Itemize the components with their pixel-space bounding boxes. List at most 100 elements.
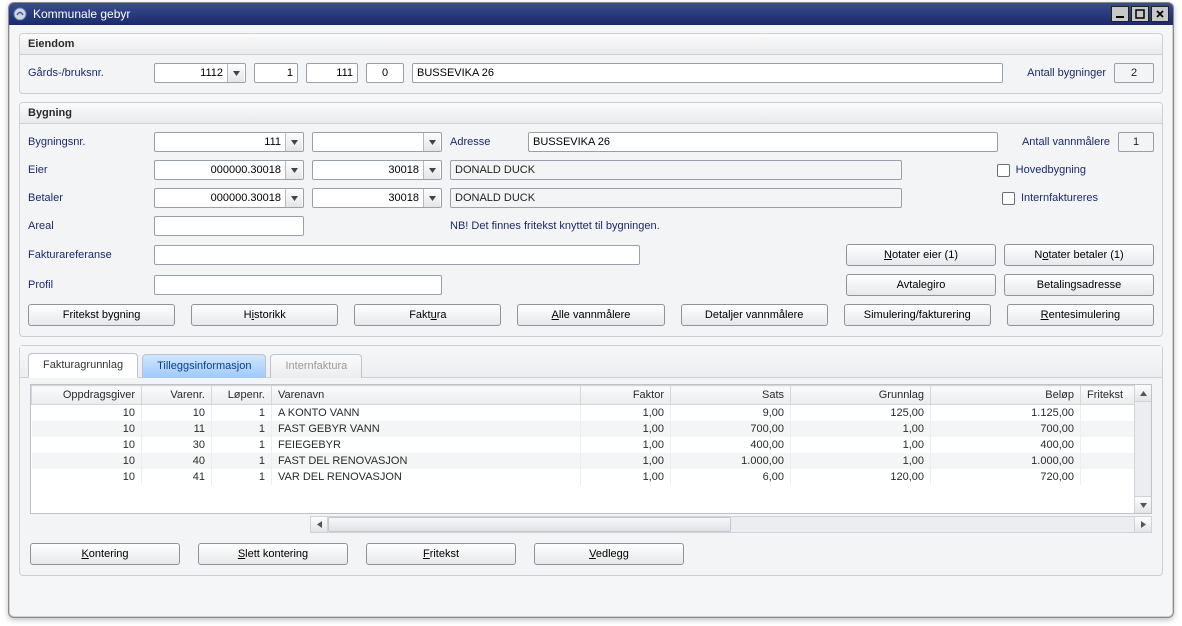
tab-tilleggsinformasjon[interactable]: Tilleggsinformasjon — [142, 354, 266, 378]
betaler-nr-combo[interactable] — [312, 188, 442, 208]
betaler-id-input[interactable] — [155, 189, 285, 207]
avtalegiro-button[interactable]: Avtalegiro — [846, 274, 996, 296]
betaler-label: Betaler — [28, 192, 146, 204]
table-row[interactable]: 10411VAR DEL RENOVASJON1,006,00120,00720… — [32, 469, 1151, 485]
close-button[interactable] — [1151, 6, 1169, 22]
checkbox-box[interactable] — [1002, 192, 1015, 205]
col-varenr[interactable]: Varenr. — [142, 386, 212, 405]
betalingsadresse-button[interactable]: Betalingsadresse — [1004, 274, 1154, 296]
scroll-thumb[interactable] — [328, 517, 731, 532]
historikk-button[interactable]: Historikk — [191, 304, 338, 326]
eier-navn-value — [450, 160, 902, 180]
antall-bygninger-label: Antall bygninger — [1027, 67, 1106, 79]
hovedbygning-label: Hovedbygning — [1016, 164, 1086, 176]
internfaktureres-label: Internfaktureres — [1021, 192, 1098, 204]
internfaktureres-checkbox[interactable]: Internfaktureres — [1002, 192, 1098, 205]
alle-vannmalere-button[interactable]: Alle vannmålere — [517, 304, 664, 326]
tabs-container: Fakturagrunnlag Tilleggsinformasjon Inte… — [19, 345, 1163, 576]
fakturareferanse-label: Fakturareferanse — [28, 249, 146, 261]
gards-nr-input[interactable] — [155, 64, 227, 82]
col-varenavn[interactable]: Varenavn — [272, 386, 581, 405]
scroll-right-icon[interactable] — [1134, 517, 1151, 532]
antall-vannmalere-label: Antall vannmålere — [1022, 136, 1110, 148]
chevron-down-icon[interactable] — [423, 189, 440, 207]
betaler-nr-input[interactable] — [313, 189, 423, 207]
chevron-down-icon[interactable] — [285, 189, 302, 207]
tab-fakturagrunnlag[interactable]: Fakturagrunnlag — [28, 353, 138, 378]
bruks-nr-input[interactable] — [254, 63, 298, 83]
eier-label: Eier — [28, 164, 146, 176]
bygning-adresse-input[interactable] — [528, 132, 998, 152]
notater-eier-button[interactable]: Notater eier (1) — [846, 244, 996, 266]
fakturareferanse-input[interactable] — [154, 245, 640, 265]
app-icon — [13, 7, 27, 21]
bygningsnr2-input[interactable] — [313, 133, 423, 151]
grid-table[interactable]: Oppdragsgiver Varenr. Løpenr. Varenavn F… — [31, 385, 1151, 485]
eier-id-input[interactable] — [155, 161, 285, 179]
betaler-navn-value — [450, 188, 902, 208]
chevron-down-icon[interactable] — [227, 64, 244, 82]
eiendom-adresse-input[interactable] — [412, 63, 1003, 83]
scroll-up-icon[interactable] — [1135, 385, 1151, 402]
col-oppdragsgiver[interactable]: Oppdragsgiver — [32, 386, 142, 405]
rentesimulering-button[interactable]: Rentesimulering — [1007, 304, 1154, 326]
bygningsnr-input[interactable] — [155, 133, 285, 151]
gards-nr-combo[interactable] — [154, 63, 246, 83]
gards-bruksnr-label: Gårds-/bruksnr. — [28, 67, 146, 79]
chevron-down-icon[interactable] — [423, 133, 440, 151]
fritekst-bygning-button[interactable]: Fritekst bygning — [28, 304, 175, 326]
table-row[interactable]: 10111FAST GEBYR VANN1,00700,001,00700,00 — [32, 421, 1151, 437]
group-eiendom-header: Eiendom — [20, 34, 1162, 55]
eier-nr-combo[interactable] — [312, 160, 442, 180]
table-row[interactable]: 10101A KONTO VANN1,009,00125,001.125,00 — [32, 405, 1151, 422]
col-faktor[interactable]: Faktor — [581, 386, 671, 405]
profil-input[interactable] — [154, 275, 442, 295]
fritekst-button[interactable]: Fritekst — [366, 543, 516, 565]
checkbox-box[interactable] — [997, 164, 1010, 177]
seksjons-nr-input[interactable] — [366, 63, 404, 83]
faktura-button[interactable]: Faktura — [354, 304, 501, 326]
adresse-label: Adresse — [450, 136, 520, 148]
minimize-button[interactable] — [1111, 6, 1129, 22]
feste-nr-input[interactable] — [306, 63, 358, 83]
chevron-down-icon[interactable] — [285, 161, 302, 179]
eier-nr-input[interactable] — [313, 161, 423, 179]
tab-internfaktura[interactable]: Internfaktura — [270, 354, 362, 378]
profil-label: Profil — [28, 279, 146, 291]
col-grunnlag[interactable]: Grunnlag — [791, 386, 931, 405]
areal-input[interactable] — [154, 216, 304, 236]
horizontal-scrollbar[interactable] — [30, 516, 1152, 533]
antall-vannmalere-value — [1118, 132, 1154, 152]
chevron-down-icon[interactable] — [423, 161, 440, 179]
eier-id-combo[interactable] — [154, 160, 304, 180]
group-bygning-header: Bygning — [20, 103, 1162, 124]
col-sats[interactable]: Sats — [671, 386, 791, 405]
bygningsnr2-combo[interactable] — [312, 132, 442, 152]
detaljer-vannmalere-button[interactable]: Detaljer vannmålere — [681, 304, 828, 326]
group-bygning: Bygning Bygningsnr. Adresse Antall vannm… — [19, 102, 1163, 337]
table-row[interactable]: 10401FAST DEL RENOVASJON1,001.000,001,00… — [32, 453, 1151, 469]
fritekst-note: NB! Det finnes fritekst knyttet til bygn… — [450, 220, 660, 232]
kontering-button[interactable]: Kontering — [30, 543, 180, 565]
col-belop[interactable]: Beløp — [931, 386, 1081, 405]
titlebar[interactable]: Kommunale gebyr — [9, 3, 1173, 25]
grid-wrap: Oppdragsgiver Varenr. Løpenr. Varenavn F… — [30, 384, 1152, 514]
scroll-down-icon[interactable] — [1135, 496, 1151, 513]
vedlegg-button[interactable]: Vedlegg — [534, 543, 684, 565]
maximize-button[interactable] — [1131, 6, 1149, 22]
tabstrip: Fakturagrunnlag Tilleggsinformasjon Inte… — [20, 346, 1162, 378]
col-lopenr[interactable]: Løpenr. — [212, 386, 272, 405]
hovedbygning-checkbox[interactable]: Hovedbygning — [997, 164, 1086, 177]
slett-kontering-button[interactable]: Slett kontering — [198, 543, 348, 565]
simulering-fakturering-button[interactable]: Simulering/fakturering — [844, 304, 991, 326]
chevron-down-icon[interactable] — [285, 133, 302, 151]
notater-betaler-button[interactable]: Notater betaler (1) — [1004, 244, 1154, 266]
table-row[interactable]: 10301FEIEGEBYR1,00400,001,00400,00 — [32, 437, 1151, 453]
scroll-left-icon[interactable] — [311, 517, 328, 532]
areal-label: Areal — [28, 220, 146, 232]
antall-bygninger-value — [1114, 63, 1154, 83]
group-eiendom: Eiendom Gårds-/bruksnr. Antall bygninger — [19, 33, 1163, 94]
vertical-scrollbar[interactable] — [1134, 385, 1151, 513]
betaler-id-combo[interactable] — [154, 188, 304, 208]
bygningsnr-combo[interactable] — [154, 132, 304, 152]
